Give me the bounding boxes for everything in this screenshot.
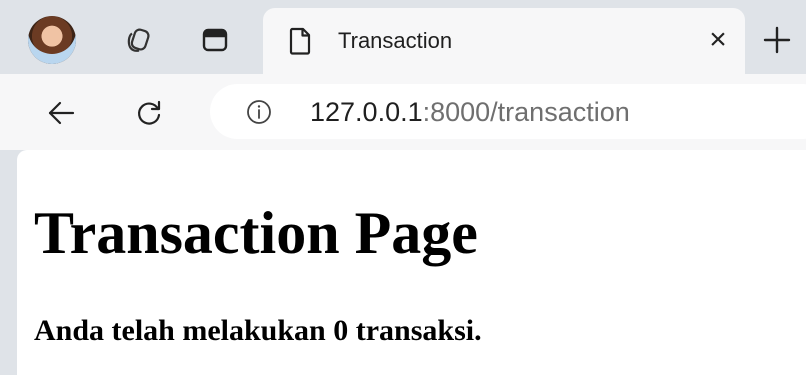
navigation-toolbar: 127.0.0.1:8000/transaction: [0, 74, 806, 150]
back-button[interactable]: [40, 92, 82, 134]
tab-transaction[interactable]: Transaction ×: [263, 8, 745, 74]
address-bar[interactable]: 127.0.0.1:8000/transaction: [210, 84, 806, 139]
profile-avatar[interactable]: [28, 16, 76, 64]
url-path: :8000/transaction: [422, 97, 630, 127]
refresh-icon: [138, 100, 161, 125]
transaction-count-message: Anda telah melakukan 0 transaksi.: [34, 314, 482, 347]
url-host: 127.0.0.1: [310, 97, 423, 127]
url-text[interactable]: 127.0.0.1:8000/transaction: [310, 97, 630, 127]
new-tab-button[interactable]: [752, 15, 802, 65]
info-icon[interactable]: [246, 99, 272, 125]
browser-window: Transaction × 127.0.0.1:8000/transaction…: [0, 0, 806, 375]
tab-strip: Transaction ×: [0, 0, 806, 74]
plus-icon: [763, 26, 791, 54]
workspaces-icon[interactable]: [118, 20, 158, 60]
close-icon[interactable]: ×: [701, 23, 735, 57]
tab-title: Transaction: [338, 28, 453, 53]
page-viewport: Transaction Page Anda telah melakukan 0 …: [17, 150, 806, 375]
refresh-button[interactable]: [128, 92, 170, 134]
page-title: Transaction Page: [34, 200, 478, 266]
back-arrow-icon: [48, 101, 75, 125]
tab-actions-icon[interactable]: [195, 20, 235, 60]
page-icon: [289, 27, 311, 55]
